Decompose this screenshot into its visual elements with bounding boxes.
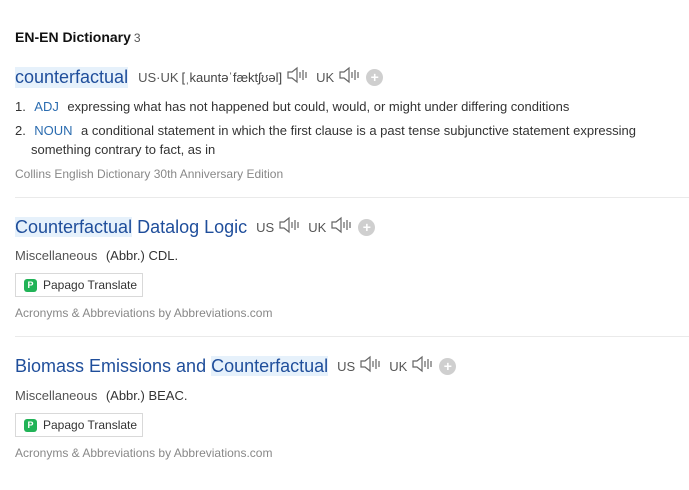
papago-translate-label: Papago Translate	[43, 278, 138, 292]
pron-us-label: US	[256, 219, 275, 235]
entry-header-beac: Biomass Emissions and Counterfactual US …	[15, 354, 457, 378]
pron-uk-label: UK	[389, 358, 408, 374]
part-of-speech: NOUN	[34, 123, 73, 138]
abbreviation-text: (Abbr.) BEAC.	[105, 388, 188, 403]
definition-text-continued: something contrary to fact, as in	[31, 142, 216, 157]
plus-circle-icon[interactable]: +	[358, 218, 376, 236]
pron-us-uk-label: US·UK	[138, 69, 179, 85]
speaker-icon[interactable]	[359, 355, 381, 378]
speaker-icon[interactable]	[411, 355, 433, 378]
dictionary-title: EN-EN Dictionary	[15, 29, 131, 45]
speaker-icon[interactable]	[330, 216, 352, 239]
section-title: EN-EN Dictionary 3	[15, 29, 141, 45]
divider	[15, 336, 689, 337]
entry-word-link[interactable]: counterfactual	[15, 66, 129, 88]
definition-number: 2.	[15, 123, 26, 138]
definition-number: 1.	[15, 99, 26, 114]
papago-translate-label: Papago Translate	[43, 418, 138, 432]
definition-row: 1. ADJ expressing what has not happened …	[15, 98, 569, 116]
pron-uk-label: UK	[316, 69, 335, 85]
papago-translate-button[interactable]: P Papago Translate	[15, 413, 143, 437]
speaker-icon[interactable]	[286, 66, 308, 89]
papago-translate-button[interactable]: P Papago Translate	[15, 273, 143, 297]
category-label: Miscellaneous	[15, 248, 98, 263]
abbreviation-text: (Abbr.) CDL.	[105, 248, 179, 263]
source-credit: Acronyms & Abbreviations by Abbreviation…	[15, 446, 273, 460]
source-credit: Acronyms & Abbreviations by Abbreviation…	[15, 306, 273, 320]
source-credit: Collins English Dictionary 30th Annivers…	[15, 167, 284, 181]
abbreviation-row: Miscellaneous (Abbr.) CDL.	[15, 247, 178, 265]
abbreviation-row: Miscellaneous (Abbr.) BEAC.	[15, 387, 187, 405]
papago-logo-icon: P	[24, 418, 37, 432]
plus-circle-icon[interactable]: +	[366, 68, 384, 86]
entry-word-link[interactable]: Counterfactual Datalog Logic	[15, 216, 247, 238]
definition-text: expressing what has not happened but cou…	[67, 99, 570, 114]
entry-header-counterfactual: counterfactual US·UK [ˌkauntəˈfæktʃʊəl] …	[15, 66, 384, 89]
papago-logo-icon: P	[24, 278, 37, 292]
result-count: 3	[133, 31, 141, 45]
divider	[15, 197, 689, 198]
speaker-icon[interactable]	[278, 216, 300, 239]
plus-circle-icon[interactable]: +	[439, 357, 457, 375]
category-label: Miscellaneous	[15, 388, 98, 403]
pronunciation-text: [ˌkauntəˈfæktʃʊəl]	[181, 69, 283, 85]
definition-text: a conditional statement in which the fir…	[81, 123, 636, 138]
entry-header-cdl: Counterfactual Datalog Logic US UK +	[15, 215, 376, 239]
part-of-speech: ADJ	[34, 99, 59, 114]
speaker-icon[interactable]	[338, 66, 360, 89]
entry-word-link[interactable]: Biomass Emissions and Counterfactual	[15, 355, 329, 377]
pron-uk-label: UK	[308, 219, 327, 235]
pron-us-label: US	[337, 358, 356, 374]
definition-row: 2. NOUN a conditional statement in which…	[15, 122, 636, 140]
